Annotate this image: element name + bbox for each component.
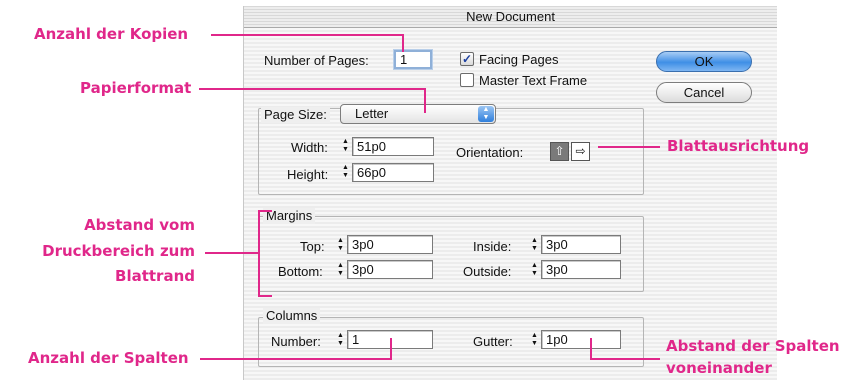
- outside-label: Outside:: [463, 264, 512, 279]
- gutter-input[interactable]: 1p0: [541, 330, 621, 349]
- top-stepper-icon[interactable]: ▲ ▼: [336, 237, 345, 254]
- annotation-gutter-line-up: [590, 338, 592, 360]
- inside-stepper-icon[interactable]: ▲ ▼: [530, 237, 539, 254]
- inside-label: Inside:: [473, 239, 512, 254]
- new-document-dialog: New Document Number of Pages: 1 ✓ Facing…: [243, 6, 777, 380]
- annotation-orientation: Blattausrichtung: [667, 137, 810, 155]
- page-size-select[interactable]: Letter ▲ ▼: [340, 104, 496, 124]
- width-stepper-icon[interactable]: ▲ ▼: [341, 138, 350, 155]
- number-stepper-icon[interactable]: ▲ ▼: [336, 332, 345, 349]
- facing-pages-checkbox[interactable]: ✓: [460, 52, 474, 66]
- annotation-columns-line-up: [390, 338, 392, 360]
- outside-input[interactable]: 3p0: [541, 260, 621, 279]
- inside-input[interactable]: 3p0: [541, 235, 621, 254]
- bottom-input[interactable]: 3p0: [347, 260, 433, 279]
- height-label: Height:: [287, 167, 329, 182]
- number-of-pages-label: Number of Pages:: [264, 53, 369, 68]
- chevron-up-down-icon: ▲ ▼: [478, 106, 494, 122]
- landscape-orientation-icon[interactable]: ⇨: [571, 142, 590, 161]
- annotation-columns-line: [200, 358, 392, 360]
- width-label: Width:: [291, 140, 328, 155]
- annotation-gutter-2: voneinander: [666, 359, 772, 377]
- annotation-margins-3: Blattrand: [115, 267, 195, 285]
- annotation-gutter-1: Abstand der Spalten: [666, 337, 840, 355]
- number-label: Number:: [271, 334, 321, 349]
- annotation-margins-2: Druckbereich zum: [42, 242, 195, 260]
- gutter-stepper-icon[interactable]: ▲ ▼: [530, 332, 539, 349]
- height-input[interactable]: 66p0: [352, 163, 434, 182]
- annotation-columns-count: Anzahl der Spalten: [28, 349, 189, 367]
- annotation-margins-line: [205, 252, 260, 254]
- facing-pages-label: Facing Pages: [479, 52, 559, 67]
- columns-title: Columns: [263, 308, 321, 324]
- annotation-margins-1: Abstand vom: [84, 216, 195, 234]
- cancel-button[interactable]: Cancel: [656, 82, 752, 103]
- orientation-label: Orientation:: [456, 145, 524, 160]
- annotation-paper-format-line: [199, 88, 426, 90]
- height-stepper-icon[interactable]: ▲ ▼: [341, 164, 350, 181]
- ok-button[interactable]: OK: [656, 51, 752, 72]
- portrait-orientation-icon[interactable]: ⇧: [550, 142, 569, 161]
- annotation-margins-bracket-top: [258, 210, 272, 212]
- bottom-stepper-icon[interactable]: ▲ ▼: [336, 262, 345, 279]
- page-size-label: Page Size:: [261, 107, 330, 123]
- width-input[interactable]: 51p0: [352, 137, 434, 156]
- outside-stepper-icon[interactable]: ▲ ▼: [530, 262, 539, 279]
- annotation-paper-format: Papierformat: [80, 79, 192, 97]
- annotation-copies-line: [211, 34, 404, 36]
- number-of-pages-input[interactable]: 1: [394, 50, 432, 69]
- annotation-copies: Anzahl der Kopien: [34, 25, 189, 43]
- master-text-frame-label: Master Text Frame: [479, 73, 588, 88]
- top-label: Top:: [300, 239, 325, 254]
- annotation-margins-bracket: [258, 210, 260, 297]
- annotation-gutter-line: [590, 358, 660, 360]
- annotation-copies-line-down: [402, 34, 404, 52]
- annotation-paper-format-line-down: [424, 88, 426, 113]
- page-size-value: Letter: [355, 106, 389, 121]
- gutter-label: Gutter:: [473, 334, 513, 349]
- master-text-frame-checkbox[interactable]: [460, 73, 474, 87]
- dialog-title: New Document: [244, 6, 777, 28]
- top-input[interactable]: 3p0: [347, 235, 433, 254]
- annotation-margins-bracket-bottom: [258, 295, 272, 297]
- annotation-orientation-line: [598, 146, 660, 148]
- bottom-label: Bottom:: [278, 264, 323, 279]
